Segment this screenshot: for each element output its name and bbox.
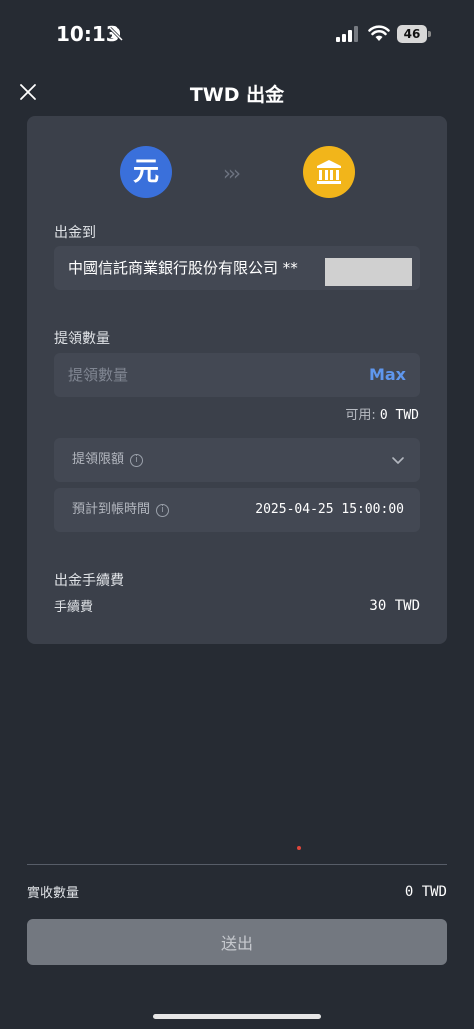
eta-label: 預計到帳時間 [72,502,151,517]
amount-field: Max [54,353,420,397]
home-indicator[interactable] [153,1014,321,1019]
available-balance: 可用: 0 TWD [345,404,419,423]
transfer-flow: 元 ››› [27,146,447,198]
amount-label: 提領數量 [54,331,110,347]
indicator-dot [297,846,301,850]
fee-value: 30 TWD [369,598,420,614]
info-icon[interactable]: i [156,504,170,517]
arrows-icon: ››› [223,161,241,185]
chevron-down-icon[interactable] [390,452,406,472]
info-icon[interactable]: i [130,454,144,467]
header: TWD 出金 [0,72,474,112]
fee-label: 手續費 [54,600,94,615]
battery-indicator: 46 [397,25,431,43]
available-label: 可用: [345,408,376,423]
receive-amount-value: 0 TWD [404,884,447,900]
status-bar: 10:13 46 [0,0,474,70]
bell-muted-icon [108,26,124,46]
submit-button[interactable]: 送出 [27,919,447,965]
withdraw-limit-dropdown[interactable]: 提領限額 i [54,438,420,482]
max-button[interactable]: Max [369,353,406,397]
withdraw-card: 元 ››› 出金到 中國信託商業銀行股份有限公司 ** 提領數量 Max 可用:… [27,116,447,644]
bank-icon [303,146,355,198]
wifi-icon [368,24,390,46]
signal-icon [336,26,360,46]
available-value: 0 TWD [379,408,419,423]
page-title: TWD 出金 [189,84,285,106]
divider [27,864,447,865]
fee-section-label: 出金手續費 [54,573,124,589]
twd-coin-icon: 元 [120,146,172,198]
eta-value: 2025-04-25 15:00:00 [255,502,404,517]
redacted-account-number [325,258,412,286]
withdraw-limit-row: 提領限額 i [72,438,144,482]
amount-input[interactable] [68,353,348,397]
withdraw-limit-label: 提領限額 [72,452,125,467]
withdraw-to-label: 出金到 [54,225,96,241]
bank-account-name: 中國信託商業銀行股份有限公司 ** [68,259,298,277]
eta-label-group: 預計到帳時間 i [72,488,170,532]
receive-amount-label: 實收數量 [27,886,80,901]
battery-tip [428,31,431,37]
eta-row: 預計到帳時間 i 2025-04-25 15:00:00 [54,488,420,532]
bank-account-field[interactable]: 中國信託商業銀行股份有限公司 ** [54,246,420,290]
battery-level: 46 [397,25,427,43]
